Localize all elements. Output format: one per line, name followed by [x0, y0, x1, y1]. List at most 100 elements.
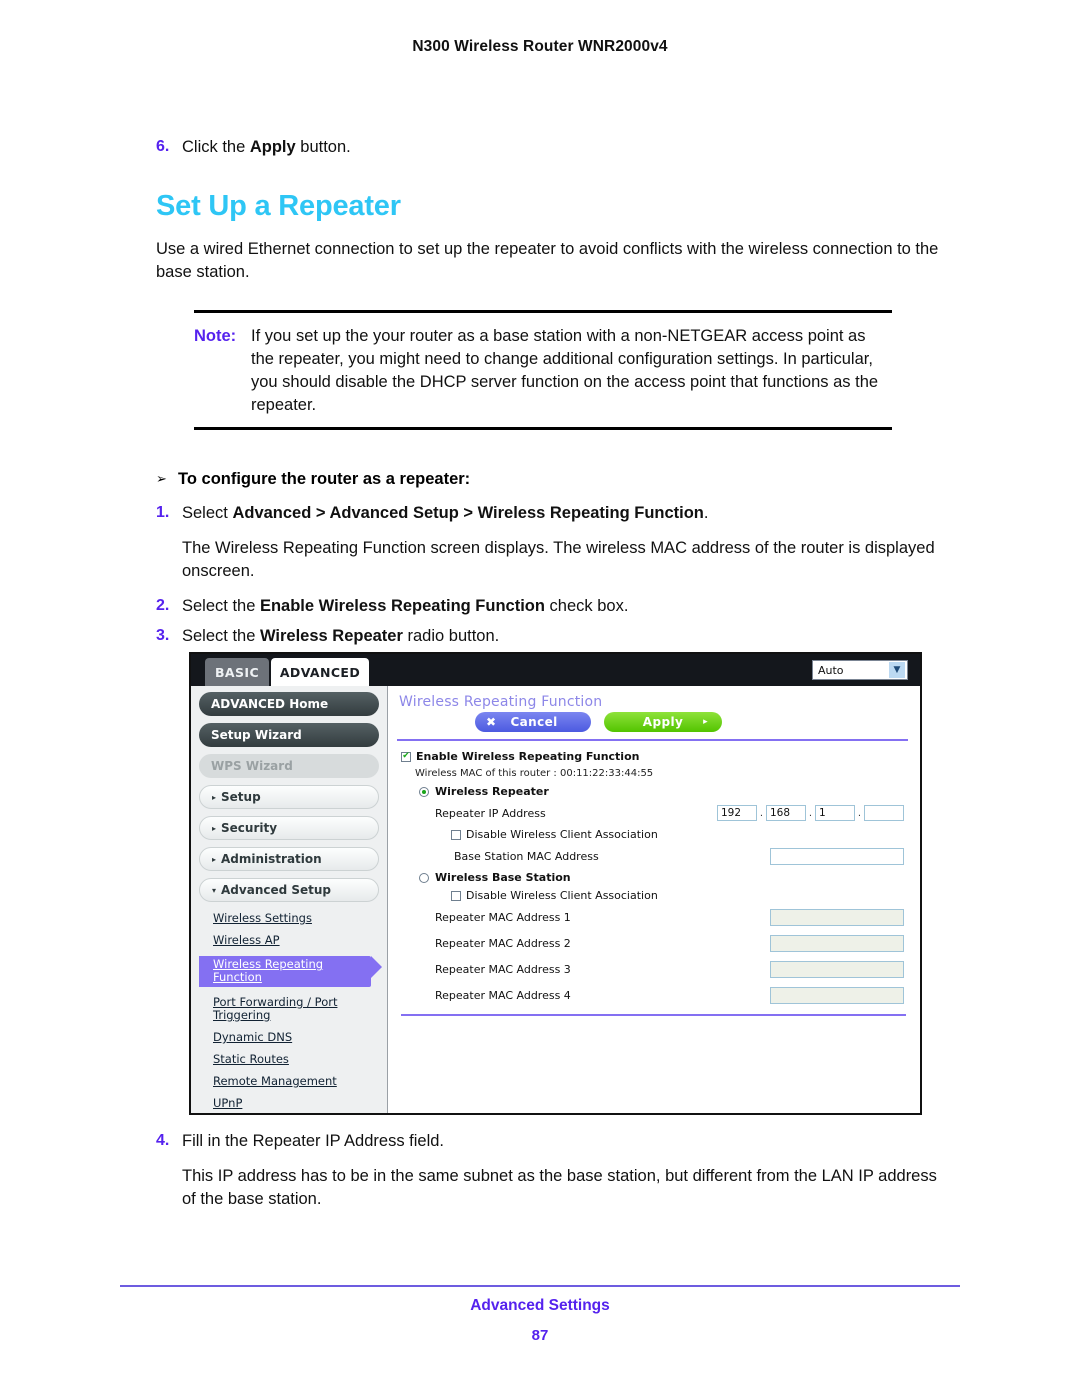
sidebar-item-administration[interactable]: ▸ Administration [199, 847, 379, 871]
pane-button-row: ✖ Cancel Apply ▸ [475, 712, 910, 732]
sidebar-sublink-dynamic-dns[interactable]: Dynamic DNS [213, 1031, 379, 1044]
repeater-ip-octet-4[interactable] [864, 805, 904, 821]
ip-separator: . [808, 807, 813, 819]
step-text: Select the Wireless Repeater radio butto… [182, 625, 499, 647]
repeater-mac-row-3: Repeater MAC Address 3 [435, 959, 910, 980]
repeater-mac-input-3[interactable] [770, 961, 904, 978]
step-number: 3. [156, 627, 170, 644]
step-row: 4. Fill in the Repeater IP Address field… [156, 1130, 941, 1152]
sidebar-sublink-upnp[interactable]: UPnP [213, 1097, 379, 1110]
chevron-right-icon: ▸ [212, 792, 217, 802]
sidebar-item-wps-wizard[interactable]: WPS Wizard [199, 754, 379, 778]
sidebar-sublink-port-forwarding[interactable]: Port Forwarding / Port Triggering [213, 996, 379, 1022]
repeater-mac-row-2: Repeater MAC Address 2 [435, 933, 910, 954]
router-ui-screenshot: BASIC ADVANCED Auto ▼ ADVANCED Home Setu… [189, 652, 922, 1115]
repeater-ip-label: Repeater IP Address [435, 806, 546, 820]
intro-paragraph-block: Use a wired Ethernet connection to set u… [156, 238, 941, 284]
sidebar-item-label: Advanced Setup [221, 883, 332, 897]
router-sidebar: ADVANCED Home Setup Wizard WPS Wizard ▸ S… [191, 686, 388, 1113]
chevron-down-icon: ▾ [212, 885, 217, 895]
base-station-mac-label: Base Station MAC Address [454, 849, 599, 863]
step-row: 2. Select the Enable Wireless Repeating … [156, 595, 941, 617]
step-text-plain: Select the [182, 597, 260, 615]
step-text: Fill in the Repeater IP Address field. [182, 1132, 445, 1150]
section-heading-block: Set Up a Repeater [156, 190, 946, 222]
intro-paragraph: Use a wired Ethernet connection to set u… [156, 240, 939, 281]
sidebar-item-label: Administration [221, 852, 322, 866]
sidebar-item-setup-wizard[interactable]: Setup Wizard [199, 723, 379, 747]
router-main-pane: Wireless Repeating Function ✖ Cancel App… [389, 686, 920, 1113]
step-text-bold: Enable Wireless Repeating Function [259, 597, 545, 615]
tab-basic[interactable]: BASIC [205, 658, 269, 686]
procedure-step-4-sub: This IP address has to be in the same su… [156, 1165, 946, 1211]
sidebar-item-setup[interactable]: ▸ Setup [199, 785, 379, 809]
step-subtext: The Wireless Repeating Function screen d… [182, 539, 935, 580]
apply-button[interactable]: Apply ▸ [604, 712, 722, 732]
chevron-right-icon: ▸ [212, 823, 217, 833]
disable-wireless-client-association-label-1: Disable Wireless Client Association [466, 828, 658, 841]
repeater-ip-octet-2[interactable]: 168 [766, 805, 806, 821]
sidebar-sublink-wireless-repeating-function[interactable]: Wireless Repeating Function [199, 956, 382, 987]
running-head: N300 Wireless Router WNR2000v4 [412, 38, 668, 55]
base-station-mac-input[interactable] [770, 847, 904, 865]
sidebar-sublink-remote-management[interactable]: Remote Management [213, 1075, 379, 1088]
sidebar-sublink-wireless-settings[interactable]: Wireless Settings [213, 912, 379, 925]
repeater-ip-octet-3[interactable]: 1 [815, 805, 855, 821]
repeating-function-form: ✔ Enable Wireless Repeating Function Wir… [397, 741, 910, 1016]
disable-assoc-row-1: Disable Wireless Client Association [451, 828, 910, 841]
sidebar-sublink-wireless-ap[interactable]: Wireless AP [213, 934, 379, 947]
step-row: 6. Click the Apply button. [156, 136, 946, 158]
cancel-button-label: Cancel [510, 715, 558, 729]
sidebar-item-advanced-home[interactable]: ADVANCED Home [199, 692, 379, 716]
wireless-repeater-radio[interactable] [419, 786, 429, 797]
form-bottom-divider [401, 1014, 906, 1016]
procedure-title: To configure the router as a repeater: [178, 470, 471, 488]
step-text-after: button. [295, 138, 351, 156]
language-select[interactable]: Auto ▼ [812, 660, 908, 680]
disable-wireless-client-association-checkbox-2[interactable] [451, 890, 461, 901]
sidebar-item-advanced-setup[interactable]: ▾ Advanced Setup [199, 878, 379, 902]
sidebar-sublink-static-routes[interactable]: Static Routes [213, 1053, 379, 1066]
step-text: Select Advanced > Advanced Setup > Wirel… [182, 502, 708, 524]
repeater-mac-label-4: Repeater MAC Address 4 [435, 989, 571, 1002]
step-text-plain: Select [182, 504, 233, 522]
apply-button-label: Apply [642, 715, 684, 729]
repeater-mac-input-1[interactable] [770, 909, 904, 926]
repeater-ip-row: Repeater IP Address 192 . 168 . 1 . [435, 803, 910, 823]
repeater-ip-octet-1[interactable]: 192 [717, 805, 757, 821]
step-text-before: Click the [182, 138, 250, 156]
disable-wireless-client-association-checkbox-1[interactable] [451, 829, 461, 840]
procedure-arrow-icon: ➢ [156, 471, 167, 486]
sidebar-item-security[interactable]: ▸ Security [199, 816, 379, 840]
note-content: Note: If you set up the your router as a… [194, 313, 892, 427]
sidebar-item-label: Security [221, 821, 278, 835]
sidebar-item-label: Setup Wizard [211, 728, 302, 742]
step-subtext: This IP address has to be in the same su… [182, 1167, 937, 1208]
note-bottom-rule [194, 427, 892, 430]
repeater-mac-input-2[interactable] [770, 935, 904, 952]
enable-wireless-repeating-label: Enable Wireless Repeating Function [416, 750, 640, 763]
enable-wireless-repeating-checkbox[interactable]: ✔ [401, 751, 411, 762]
repeater-mac-input-4[interactable] [770, 987, 904, 1004]
tab-advanced[interactable]: ADVANCED [271, 658, 369, 686]
repeater-mac-row-1: Repeater MAC Address 1 [435, 907, 910, 928]
step-text-tail: check box. [544, 597, 629, 615]
wireless-base-station-radio[interactable] [419, 872, 429, 883]
chevron-down-icon: ▼ [889, 662, 905, 678]
base-station-mac-row: Base Station MAC Address [451, 846, 910, 866]
wireless-repeater-radio-row: Wireless Repeater [419, 785, 910, 798]
repeater-mac-label-2: Repeater MAC Address 2 [435, 937, 571, 950]
cancel-button[interactable]: ✖ Cancel [475, 712, 591, 732]
procedure-step-4: 4. Fill in the Repeater IP Address field… [156, 1130, 941, 1152]
pane-title: Wireless Repeating Function [399, 694, 603, 710]
step-6-block: 6. Click the Apply button. [156, 136, 946, 158]
procedure-heading: ➢ To configure the router as a repeater: [156, 468, 946, 490]
step-number: 4. [156, 1132, 170, 1149]
disable-assoc-row-2: Disable Wireless Client Association [451, 889, 910, 902]
procedure-step-1-sub: The Wireless Repeating Function screen d… [156, 537, 941, 583]
step-text-bold: Wireless Repeater [259, 627, 403, 645]
step-text-tail: radio button. [402, 627, 500, 645]
note-label: Note: [194, 327, 237, 345]
ip-separator: . [759, 807, 764, 819]
step-text-plain: Select the [182, 627, 260, 645]
